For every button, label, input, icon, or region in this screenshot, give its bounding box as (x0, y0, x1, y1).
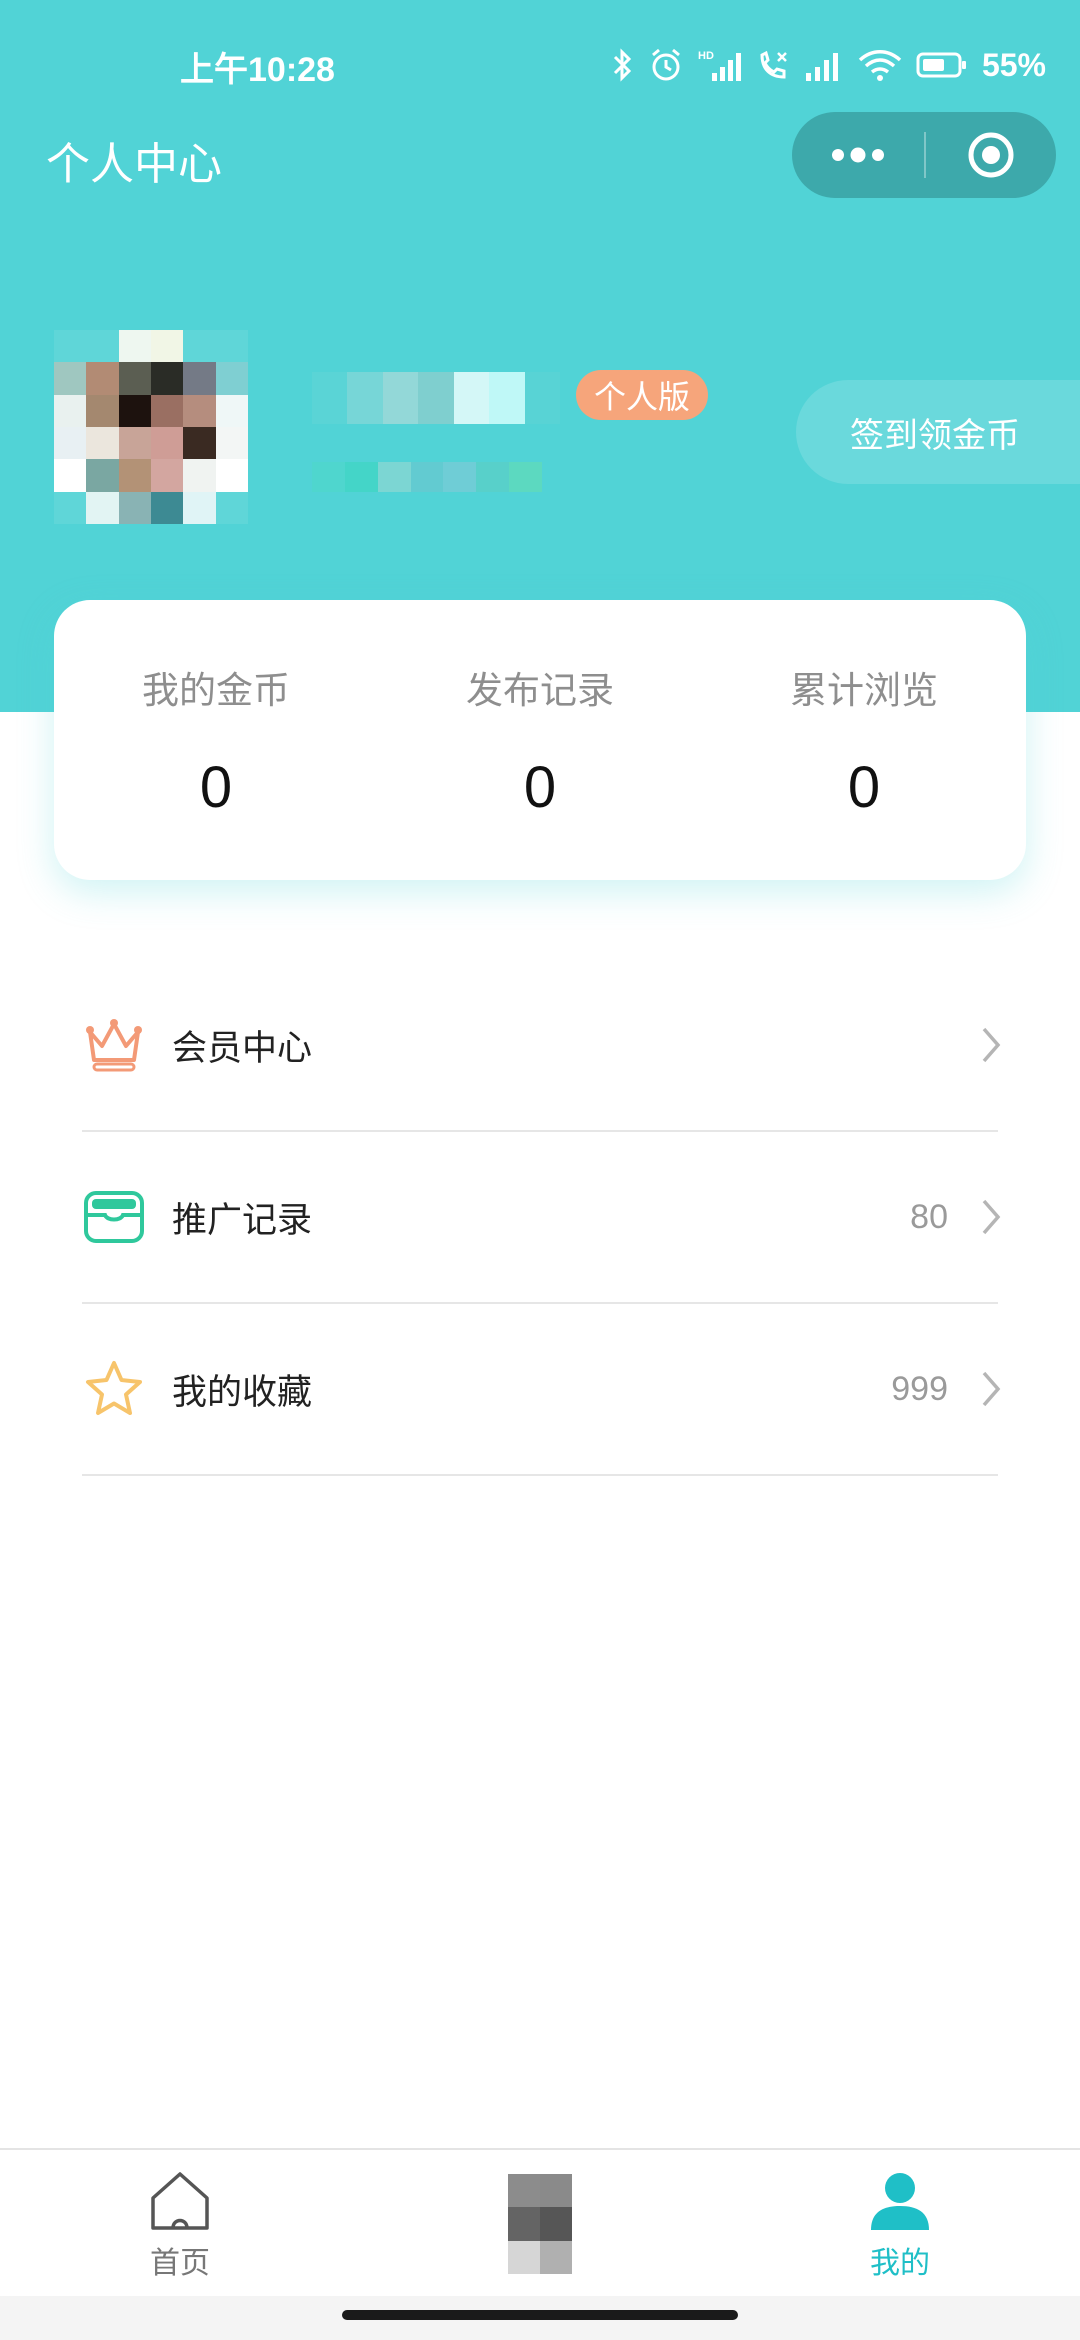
svg-text:HD: HD (698, 50, 714, 62)
menu-label: 推广记录 (172, 1200, 313, 1241)
nickname-pixelated (312, 372, 560, 424)
stat-value: 0 (847, 755, 881, 820)
tab-home[interactable]: 首页 (80, 2150, 280, 2298)
call-icon (760, 50, 787, 79)
bluetooth-icon (613, 48, 632, 82)
menu-count: 999 (891, 1369, 948, 1408)
wallet-icon (82, 1185, 146, 1249)
stat-coins[interactable]: 我的金币 0 (54, 600, 378, 880)
home-indicator[interactable] (342, 2310, 738, 2320)
menu-count: 80 (910, 1197, 948, 1236)
target-icon (968, 132, 1014, 178)
stats-card: 我的金币 0 发布记录 0 累计浏览 0 (54, 600, 1026, 880)
miniprogram-capsule (792, 112, 1056, 198)
status-bar: 上午10:28 HD 55% (0, 0, 1080, 130)
hd-signal-icon: HD (698, 50, 741, 81)
avatar[interactable] (54, 330, 248, 524)
user-icon (871, 2173, 929, 2230)
close-button[interactable] (926, 112, 1056, 198)
menu-list: 会员中心 推广记录 80 我的收藏 999 (82, 960, 1001, 1476)
wifi-icon (858, 50, 902, 81)
stat-value: 0 (523, 755, 557, 820)
menu-label: 会员中心 (172, 1028, 313, 1069)
tab-center-pixelated[interactable] (508, 2174, 572, 2274)
user-id-pixelated (312, 462, 543, 492)
tab-bar: 首页 我的 (0, 2148, 1080, 2298)
stat-label: 我的金币 (142, 669, 290, 712)
checkin-button[interactable]: 签到领金币 (796, 380, 1080, 484)
more-dots-icon (832, 147, 884, 163)
stat-label: 累计浏览 (790, 669, 938, 712)
tab-label: 我的 (870, 2246, 930, 2281)
status-icons: HD 55% (612, 42, 1046, 88)
more-button[interactable] (792, 112, 924, 198)
stat-posts[interactable]: 发布记录 0 (378, 600, 702, 880)
page-title: 个人中心 (46, 139, 222, 190)
home-icon (151, 2172, 209, 2230)
chevron-right-icon (982, 1371, 1001, 1407)
tab-mine[interactable]: 我的 (800, 2150, 1000, 2298)
chevron-right-icon (982, 1199, 1001, 1235)
stat-value: 0 (199, 755, 233, 820)
chevron-right-icon (982, 1027, 1001, 1063)
signal-icon (805, 53, 838, 81)
stat-label: 发布记录 (466, 669, 614, 712)
menu-item-promotion[interactable]: 推广记录 80 (82, 1132, 1001, 1304)
alarm-icon (651, 48, 680, 81)
tab-label: 首页 (150, 2246, 210, 2281)
menu-item-membership[interactable]: 会员中心 (82, 960, 1001, 1132)
menu-item-favorites[interactable]: 我的收藏 999 (82, 1304, 1001, 1476)
version-badge: 个人版 (576, 370, 709, 420)
star-icon (82, 1357, 146, 1421)
crown-icon (82, 1013, 146, 1077)
status-time: 上午10:28 (180, 51, 335, 89)
battery-icon (916, 52, 966, 78)
battery-level: 55% (981, 46, 1046, 83)
stat-views[interactable]: 累计浏览 0 (702, 600, 1026, 880)
menu-label: 我的收藏 (172, 1372, 313, 1413)
